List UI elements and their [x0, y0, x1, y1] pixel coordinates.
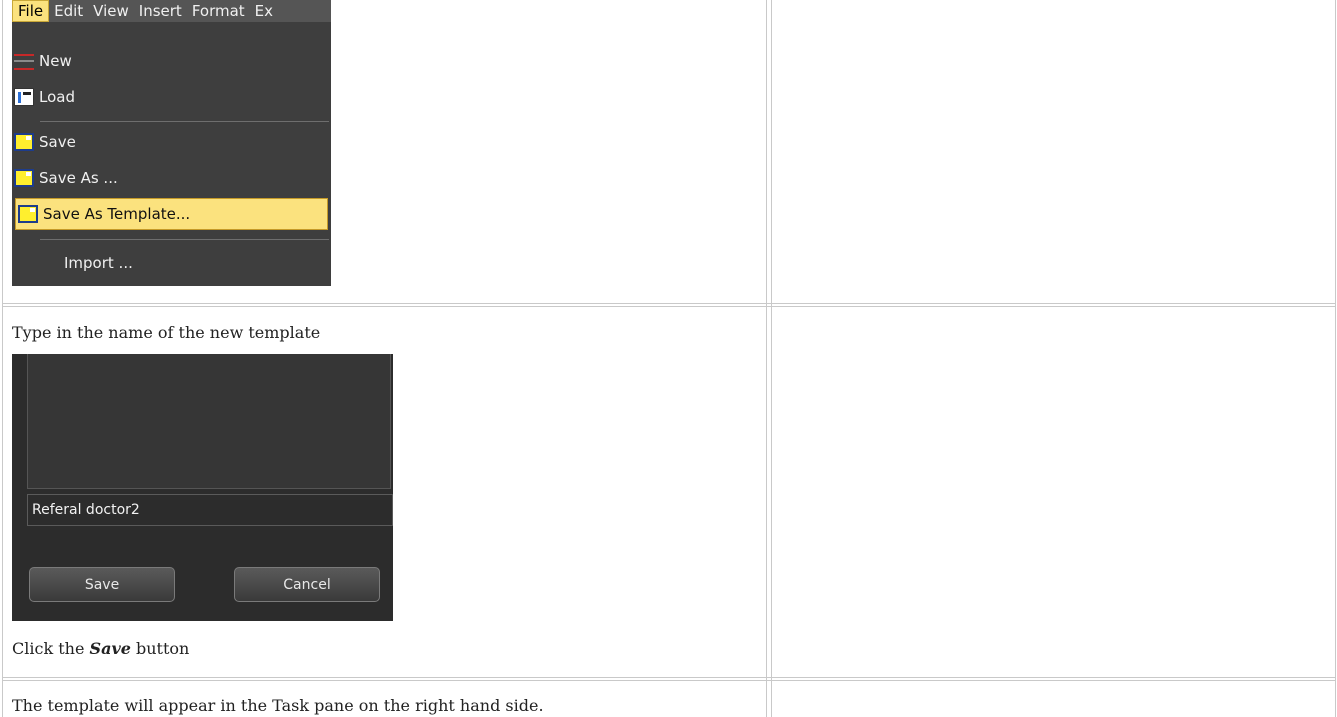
table-border-middle	[766, 0, 767, 717]
menu-item-save-as-template[interactable]: Save As Template...	[15, 198, 328, 230]
menu-item-save[interactable]: Save	[12, 127, 331, 157]
click-save-suffix: button	[130, 639, 190, 658]
menu-item-load-label: Load	[39, 88, 75, 106]
row-divider-2	[2, 677, 1336, 678]
row-divider-1	[2, 303, 1336, 304]
menu-separator	[40, 239, 329, 240]
load-icon	[14, 88, 34, 106]
menu-item-save-as-label: Save As ...	[39, 169, 118, 187]
menu-view[interactable]: View	[88, 0, 134, 22]
menu-file[interactable]: File	[12, 0, 50, 22]
template-name-input[interactable]	[27, 494, 393, 526]
template-list[interactable]	[27, 354, 391, 489]
file-menu-screenshot: File Edit View Insert Format Ex New Load…	[12, 0, 331, 286]
click-save-instruction: Click the Save button	[12, 639, 189, 659]
menu-item-save-as-template-label: Save As Template...	[43, 205, 191, 223]
menu-format[interactable]: Format	[187, 0, 250, 22]
menu-bar: File Edit View Insert Format Ex	[12, 0, 331, 22]
menu-item-new-label: New	[39, 52, 72, 70]
save-as-icon	[14, 169, 34, 187]
save-icon	[14, 133, 34, 151]
save-template-dialog: Save Cancel	[12, 354, 393, 621]
new-icon	[14, 54, 34, 70]
menu-separator	[40, 121, 329, 122]
menu-item-save-label: Save	[39, 133, 76, 151]
menu-ex[interactable]: Ex	[250, 0, 278, 22]
table-border-middle-inner	[771, 0, 772, 717]
menu-edit[interactable]: Edit	[49, 0, 88, 22]
menu-item-load[interactable]: Load	[12, 82, 331, 112]
table-border-right	[1335, 0, 1336, 717]
menu-item-import-label: Import ...	[64, 254, 133, 272]
save-button[interactable]: Save	[29, 567, 175, 602]
menu-insert[interactable]: Insert	[134, 0, 187, 22]
click-save-prefix: Click the	[12, 639, 90, 658]
table-border-left	[2, 0, 3, 717]
menu-item-save-as[interactable]: Save As ...	[12, 163, 331, 193]
click-save-bold: Save	[89, 639, 131, 658]
menu-item-new[interactable]: New	[12, 46, 331, 76]
menu-item-import[interactable]: Import ...	[12, 248, 331, 278]
step-result-text: The template will appear in the Task pan…	[12, 696, 544, 715]
cancel-button[interactable]: Cancel	[234, 567, 380, 602]
row-divider-2b	[2, 680, 1336, 681]
step-instruction: Type in the name of the new template	[12, 323, 321, 342]
row-divider-1b	[2, 306, 1336, 307]
save-as-template-icon	[18, 205, 38, 223]
